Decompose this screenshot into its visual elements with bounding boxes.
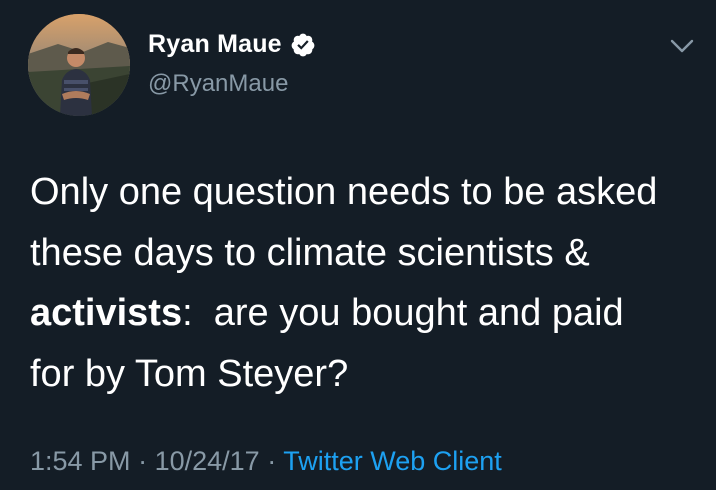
display-name[interactable]: Ryan Maue	[148, 30, 282, 59]
meta-separator: ·	[267, 446, 277, 476]
tweet-line: for by Tom Steyer?	[30, 352, 349, 395]
tweet-line: activists: are you bought and paid	[30, 283, 710, 344]
user-handle[interactable]: @RyanMaue	[148, 70, 288, 98]
tweet-line-rest: : are you bought and paid	[182, 292, 624, 334]
avatar-photo	[28, 14, 130, 116]
tweet-line: Only one question needs to be asked	[30, 171, 658, 213]
tweet-date[interactable]: 10/24/17	[155, 446, 260, 476]
avatar[interactable]	[28, 14, 130, 116]
name-row: Ryan Maue	[148, 30, 316, 59]
tweet-time[interactable]: 1:54 PM	[30, 446, 131, 476]
tweet-bold-word: activists	[30, 292, 183, 334]
tweet-meta: 1:54 PM · 10/24/17 · Twitter Web Client	[30, 446, 502, 477]
tweet-text: Only one question needs to be asked thes…	[30, 162, 710, 404]
chevron-down-icon[interactable]	[670, 36, 694, 56]
tweet-card: Ryan Maue @RyanMaue Only one question ne…	[0, 0, 716, 490]
verified-badge-icon	[290, 32, 316, 58]
tweet-line: these days to climate scientists &	[30, 231, 590, 274]
tweet-source-link[interactable]: Twitter Web Client	[283, 446, 502, 476]
meta-separator: ·	[138, 446, 148, 476]
